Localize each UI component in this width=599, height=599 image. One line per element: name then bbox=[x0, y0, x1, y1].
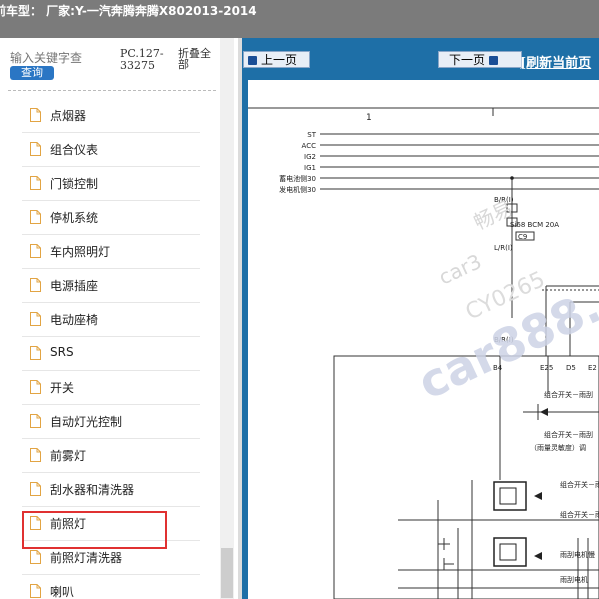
vehicle-title: 前车型： 厂家:Y-一汽奔腾奔腾X802013-2014 bbox=[0, 4, 257, 18]
tree-item-immobilizer[interactable]: 停机系统 bbox=[22, 200, 200, 235]
tree-item-horn[interactable]: 喇叭 bbox=[22, 574, 200, 599]
divider bbox=[8, 90, 216, 91]
tree-item-instrument-cluster[interactable]: 组合仪表 bbox=[22, 132, 200, 167]
tree-item-power-seat[interactable]: 电动座椅 bbox=[22, 302, 200, 337]
switch-label: 组合开关－雨 bbox=[560, 510, 599, 519]
pc-code: PC.127-33275 bbox=[120, 47, 164, 72]
prev-page-button[interactable]: 上一页 bbox=[243, 51, 310, 68]
tree-item-wiper-washer[interactable]: 刮水器和清洗器 bbox=[22, 472, 200, 507]
document-icon bbox=[30, 210, 41, 224]
tree-item-label: SRS bbox=[50, 345, 74, 359]
tree-item-door-lock[interactable]: 门锁控制 bbox=[22, 166, 200, 201]
power-line-label: 发电机侧30 bbox=[279, 185, 316, 194]
watermark-text: car3 bbox=[435, 249, 485, 289]
document-icon bbox=[30, 550, 41, 564]
tree-item-auto-light-control[interactable]: 自动灯光控制 bbox=[22, 404, 200, 439]
document-icon bbox=[30, 448, 41, 462]
tree-item-front-fog-light[interactable]: 前雾灯 bbox=[22, 438, 200, 473]
tree-item-label: 点烟器 bbox=[50, 109, 87, 123]
wiring-diagram-svg: 1 ST ACC IG2 IG1 蓄电池侧30 发电机侧30 B/R(I) Si… bbox=[248, 107, 599, 599]
tree-item-switch[interactable]: 开关 bbox=[22, 370, 200, 405]
prev-page-label: 上一页 bbox=[261, 53, 298, 67]
power-line-label: IG2 bbox=[304, 153, 316, 161]
document-icon bbox=[30, 278, 41, 292]
arrow-right-icon bbox=[489, 56, 499, 65]
watermark: 畅易 car3 CY0265 car888.c bbox=[410, 196, 599, 410]
tree-item-power-socket[interactable]: 电源插座 bbox=[22, 268, 200, 303]
search-button[interactable]: 查询 bbox=[10, 66, 54, 80]
wiring-diagram: 1 ST ACC IG2 IG1 蓄电池侧30 发电机侧30 B/R(I) Si… bbox=[248, 80, 599, 599]
collapse-all-link[interactable]: 折叠全部 bbox=[178, 48, 218, 70]
document-icon bbox=[30, 414, 41, 428]
column-number: 1 bbox=[366, 113, 372, 123]
search-row: 查询 PC.127-33275 折叠全部 bbox=[0, 38, 238, 90]
document-icon bbox=[30, 312, 41, 326]
power-line-label: 蓄电池侧30 bbox=[279, 174, 316, 183]
viewer-toolbar: 上一页 下一页 [刷新当前页 bbox=[242, 38, 599, 78]
tree-item-label: 停机系统 bbox=[50, 211, 99, 225]
selected-item-highlight bbox=[22, 511, 167, 549]
pin-label: E2 bbox=[588, 364, 597, 372]
power-line-label: ST bbox=[307, 131, 316, 139]
next-page-label: 下一页 bbox=[449, 53, 486, 67]
diagram-viewer: 上一页 下一页 [刷新当前页 1 ST ACC IG2 IG1 蓄电池侧30 发… bbox=[242, 38, 599, 599]
document-icon bbox=[30, 108, 41, 122]
scrollbar-thumb[interactable] bbox=[221, 548, 233, 598]
sidebar: 查询 PC.127-33275 折叠全部 点烟器 组合仪表 门锁控制 停机系统 … bbox=[0, 38, 238, 599]
switch-label: 雨刮电机 bbox=[560, 575, 588, 584]
document-icon bbox=[30, 482, 41, 496]
next-page-button[interactable]: 下一页 bbox=[438, 51, 522, 68]
switch-label: （雨量灵敏度）调 bbox=[530, 443, 586, 452]
document-icon bbox=[30, 380, 41, 394]
connector-label: C9 bbox=[518, 233, 527, 241]
switch-label: 组合开关－雨刮 bbox=[544, 390, 593, 399]
document-icon bbox=[30, 176, 41, 190]
document-icon bbox=[30, 244, 41, 258]
tree-item-label: 开关 bbox=[50, 381, 75, 395]
wire-color-label: L/R(I) bbox=[494, 244, 513, 252]
tree-item-label: 电动座椅 bbox=[50, 313, 99, 327]
tree-item-label: 自动灯光控制 bbox=[50, 415, 123, 429]
document-icon bbox=[30, 346, 41, 360]
tree-item-label: 刮水器和清洗器 bbox=[50, 483, 135, 497]
refresh-page-link[interactable]: [刷新当前页 bbox=[520, 52, 591, 71]
tree-item-label: 组合仪表 bbox=[50, 143, 99, 157]
tree-item-label: 喇叭 bbox=[50, 585, 75, 599]
pin-label: E25 bbox=[540, 364, 553, 372]
search-input[interactable] bbox=[6, 50, 118, 66]
title-bar: 前车型： 厂家:Y-一汽奔腾奔腾X802013-2014 bbox=[0, 0, 599, 38]
switch-label: 组合开关－雨刮 bbox=[544, 430, 593, 439]
document-icon bbox=[30, 584, 41, 598]
tree-item-label: 车内照明灯 bbox=[50, 245, 111, 259]
tree-item-cigar-lighter[interactable]: 点烟器 bbox=[22, 98, 200, 133]
switch-label: 组合开关－雨 bbox=[560, 480, 599, 489]
power-line-label: IG1 bbox=[304, 164, 316, 172]
tree-item-interior-light[interactable]: 车内照明灯 bbox=[22, 234, 200, 269]
sidebar-scrollbar[interactable] bbox=[220, 38, 234, 599]
tree-item-label: 前照灯清洗器 bbox=[50, 551, 123, 565]
tree-item-label: 电源插座 bbox=[50, 279, 99, 293]
tree-item-label: 门锁控制 bbox=[50, 177, 99, 191]
tree-item-label: 前雾灯 bbox=[50, 449, 87, 463]
arrow-left-icon bbox=[248, 56, 257, 65]
pin-label: D5 bbox=[566, 364, 576, 372]
document-icon bbox=[30, 142, 41, 156]
tree-item-srs[interactable]: SRS bbox=[22, 336, 200, 371]
power-line-label: ACC bbox=[302, 142, 317, 150]
